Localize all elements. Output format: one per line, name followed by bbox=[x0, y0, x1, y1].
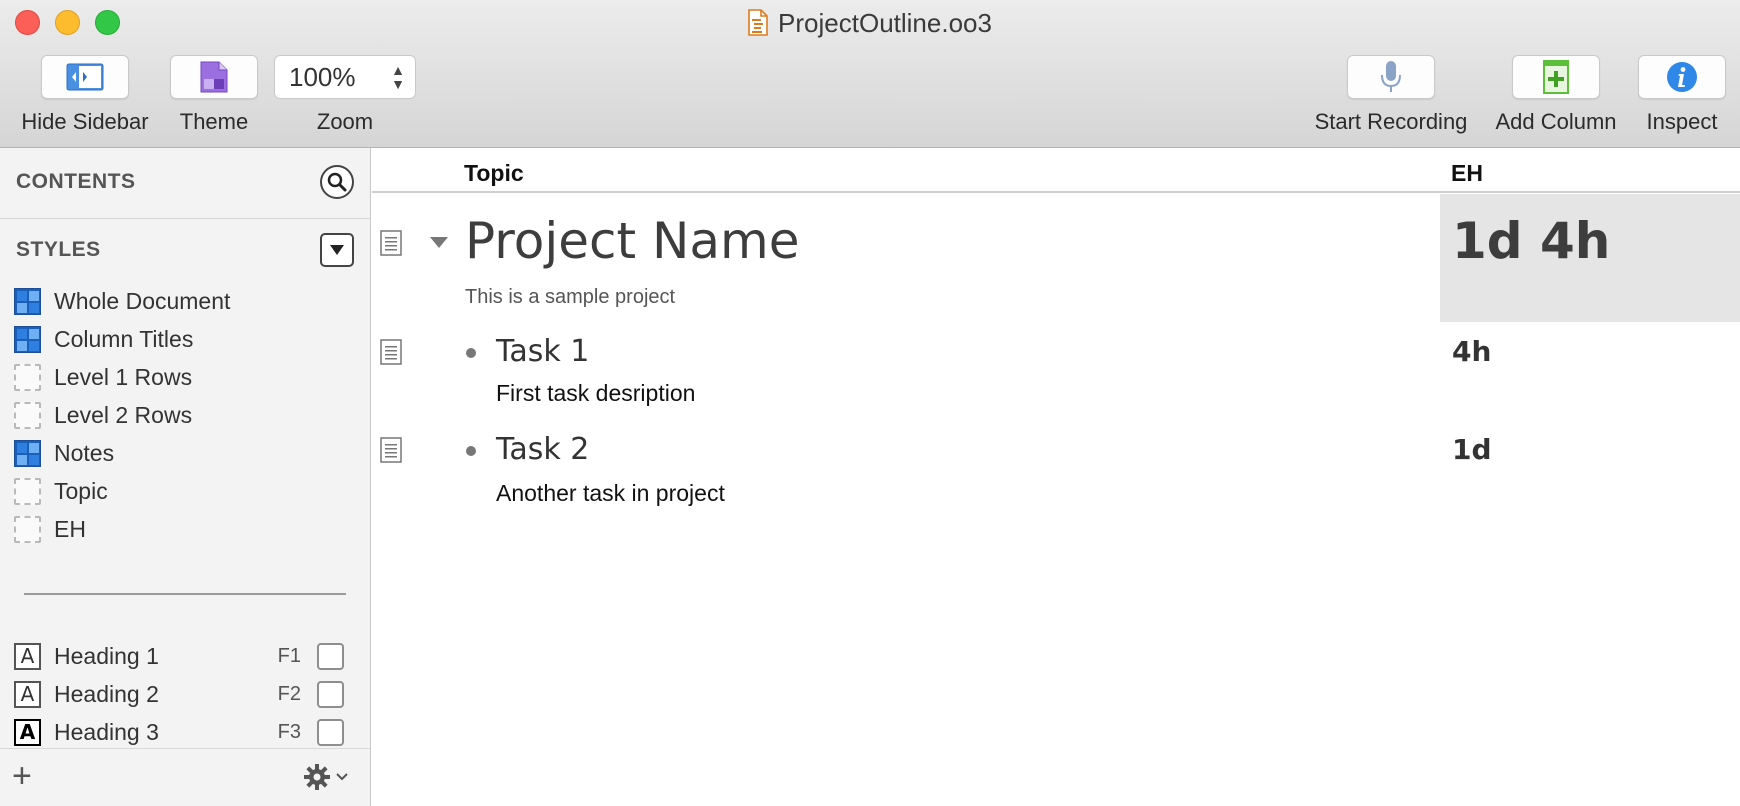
named-style-checkbox[interactable] bbox=[317, 718, 344, 746]
search-button[interactable] bbox=[320, 165, 354, 199]
zoom-tool[interactable]: 100% ▲ ▼ Zoom bbox=[274, 55, 416, 135]
microphone-icon bbox=[1381, 61, 1401, 92]
style-swatch-empty-icon bbox=[14, 401, 41, 429]
style-item-notes[interactable]: Notes bbox=[14, 434, 114, 472]
style-actions-menu[interactable] bbox=[303, 763, 349, 791]
named-style-label: Heading 3 bbox=[54, 718, 159, 745]
outline-document-icon bbox=[748, 9, 768, 36]
row-eh-value[interactable]: 1d bbox=[1452, 433, 1492, 466]
row-topic[interactable]: Project Name bbox=[465, 212, 799, 270]
disclosure-triangle-icon[interactable] bbox=[430, 237, 448, 248]
style-item-eh[interactable]: EH bbox=[14, 510, 86, 548]
hide-sidebar-tool[interactable]: Hide Sidebar bbox=[14, 55, 156, 135]
column-header-row: Topic EH bbox=[372, 148, 1740, 193]
topic-column-header[interactable]: Topic bbox=[464, 160, 524, 187]
style-item-topic[interactable]: Topic bbox=[14, 472, 108, 510]
start-recording-label: Start Recording bbox=[1314, 109, 1468, 134]
styles-header: STYLES bbox=[16, 238, 101, 261]
style-swatch-empty-icon bbox=[14, 515, 41, 543]
theme-tool[interactable]: Theme bbox=[170, 55, 258, 135]
shortcut-key: F3 bbox=[277, 720, 301, 743]
row-note[interactable]: This is a sample project bbox=[465, 286, 675, 309]
chevron-down-icon bbox=[336, 773, 348, 781]
theme-label: Theme bbox=[179, 109, 249, 134]
add-column-button[interactable] bbox=[1512, 55, 1600, 99]
zoom-stepper[interactable]: 100% ▲ ▼ bbox=[274, 55, 416, 99]
row-topic[interactable]: Task 2 bbox=[496, 432, 589, 467]
text-style-icon: A bbox=[14, 718, 41, 746]
shortcut-key: F2 bbox=[277, 682, 301, 705]
add-style-button[interactable]: + bbox=[12, 757, 32, 796]
stepper-arrows-icon[interactable]: ▲ ▼ bbox=[391, 63, 405, 91]
note-icon[interactable] bbox=[380, 339, 402, 365]
row-eh-value[interactable]: 4h bbox=[1452, 335, 1491, 368]
add-column-icon bbox=[1543, 60, 1569, 94]
window-title: ProjectOutline.oo3 bbox=[0, 6, 1740, 40]
style-item-whole-document[interactable]: Whole Document bbox=[14, 282, 230, 320]
gear-icon bbox=[304, 764, 330, 790]
outline-view: Topic EH Project Name This is a sample p… bbox=[372, 148, 1740, 806]
row-bullet-icon[interactable] bbox=[466, 446, 476, 456]
zoom-value: 100% bbox=[289, 61, 356, 92]
style-item-label: EH bbox=[54, 515, 86, 542]
start-recording-tool[interactable]: Start Recording bbox=[1306, 55, 1476, 135]
shortcut-key: F1 bbox=[277, 644, 301, 667]
style-swatch-icon bbox=[14, 287, 41, 315]
text-style-icon: A bbox=[14, 680, 41, 708]
eh-column-header[interactable]: EH bbox=[1451, 160, 1483, 187]
style-item-label: Level 2 Rows bbox=[54, 401, 193, 428]
contents-header: CONTENTS bbox=[16, 170, 136, 193]
row-eh-value[interactable]: 1d 4h bbox=[1452, 212, 1610, 270]
window-title-text: ProjectOutline.oo3 bbox=[778, 8, 992, 38]
style-item-label: Topic bbox=[54, 477, 108, 504]
info-icon bbox=[1667, 62, 1697, 92]
note-icon[interactable] bbox=[380, 437, 402, 463]
text-style-icon: A bbox=[14, 642, 41, 670]
start-recording-button[interactable] bbox=[1347, 55, 1435, 99]
triangle-down-icon bbox=[330, 245, 344, 255]
theme-button[interactable] bbox=[170, 55, 258, 99]
style-item-column-titles[interactable]: Column Titles bbox=[14, 320, 193, 358]
style-item-label: Column Titles bbox=[54, 325, 194, 352]
style-swatch-empty-icon bbox=[14, 477, 41, 505]
style-item-label: Level 1 Rows bbox=[54, 363, 193, 390]
style-item-label: Notes bbox=[54, 439, 115, 466]
hide-sidebar-button[interactable] bbox=[41, 55, 129, 99]
row-bullet-icon[interactable] bbox=[466, 348, 476, 358]
named-style-heading-1[interactable]: A Heading 1 F1 bbox=[14, 637, 344, 675]
named-style-heading-3[interactable]: A Heading 3 F3 bbox=[14, 713, 344, 751]
inspect-tool[interactable]: Inspect bbox=[1636, 55, 1728, 135]
add-column-label: Add Column bbox=[1495, 109, 1617, 134]
row-topic[interactable]: Task 1 bbox=[496, 334, 589, 369]
named-style-label: Heading 2 bbox=[54, 680, 159, 707]
add-column-tool[interactable]: Add Column bbox=[1488, 55, 1624, 135]
styles-divider bbox=[24, 593, 346, 595]
named-style-heading-2[interactable]: A Heading 2 F2 bbox=[14, 675, 344, 713]
style-swatch-icon bbox=[14, 439, 41, 467]
zoom-label: Zoom bbox=[316, 109, 374, 134]
search-icon bbox=[327, 172, 347, 192]
sidebar: CONTENTS STYLES Whole Document Column Ti… bbox=[0, 148, 371, 806]
named-style-label: Heading 1 bbox=[54, 642, 159, 669]
inspect-button[interactable] bbox=[1638, 55, 1726, 99]
note-icon[interactable] bbox=[380, 230, 402, 256]
style-item-label: Whole Document bbox=[54, 287, 231, 314]
theme-icon bbox=[200, 61, 228, 93]
sidebar-toggle-icon bbox=[66, 63, 104, 91]
hide-sidebar-label: Hide Sidebar bbox=[21, 109, 149, 134]
inspect-label: Inspect bbox=[1646, 109, 1718, 134]
named-style-checkbox[interactable] bbox=[317, 642, 344, 670]
styles-menu-button[interactable] bbox=[320, 233, 354, 267]
sidebar-separator bbox=[0, 218, 370, 219]
style-swatch-icon bbox=[14, 325, 41, 353]
style-item-level-1-rows[interactable]: Level 1 Rows bbox=[14, 358, 192, 396]
named-style-checkbox[interactable] bbox=[317, 680, 344, 708]
style-swatch-empty-icon bbox=[14, 363, 41, 391]
row-note[interactable]: Another task in project bbox=[496, 480, 725, 507]
window-toolbar: ProjectOutline.oo3 Hide Sidebar Theme 10… bbox=[0, 0, 1740, 148]
sidebar-footer: + bbox=[0, 748, 370, 806]
row-note[interactable]: First task desription bbox=[496, 380, 695, 407]
style-item-level-2-rows[interactable]: Level 2 Rows bbox=[14, 396, 192, 434]
